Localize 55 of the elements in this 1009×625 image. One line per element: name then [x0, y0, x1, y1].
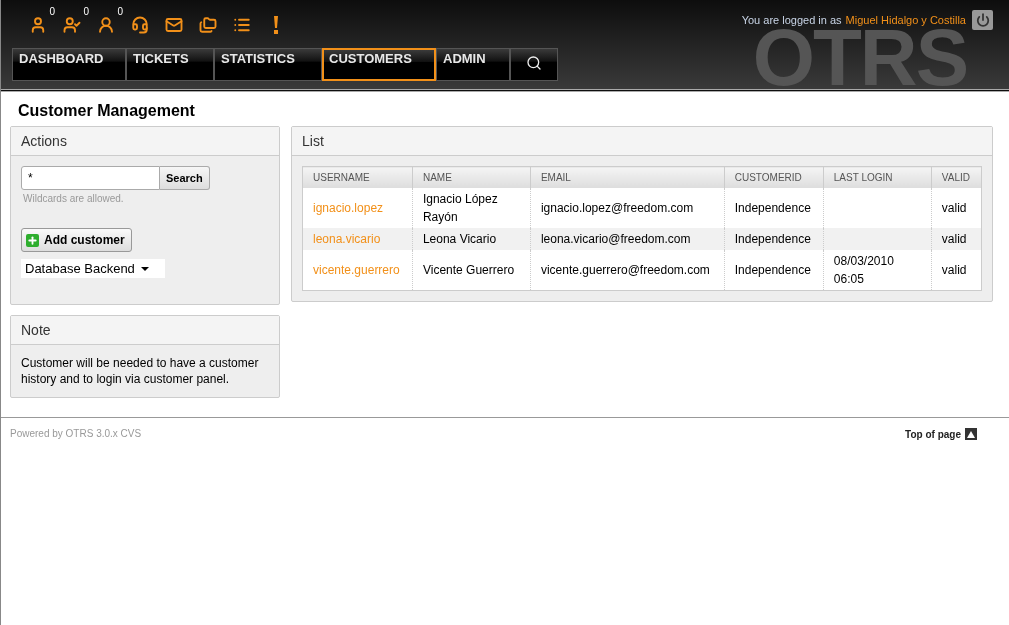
- column-header[interactable]: CUSTOMERID: [724, 166, 824, 188]
- toolbar-count: 0: [83, 6, 89, 17]
- headset-icon: [131, 16, 149, 34]
- mail-icon: [165, 16, 183, 34]
- user-check-icon: [63, 16, 81, 34]
- add-customer-button[interactable]: Add customer: [21, 228, 132, 252]
- table-cell: leona.vicario@freedom.com: [530, 228, 725, 250]
- nav-tab[interactable]: DASHBOARD: [12, 48, 126, 81]
- search-tab[interactable]: [510, 48, 558, 81]
- user-name-link[interactable]: Miguel Hidalgo y Costilla: [845, 14, 966, 26]
- toolbar-count: 0: [117, 6, 123, 17]
- user-icon: [97, 16, 115, 34]
- table-cell: ignacio.lopez@freedom.com: [530, 188, 725, 228]
- table-cell: 08/03/2010 06:05: [823, 250, 932, 291]
- column-header[interactable]: USERNAME: [302, 166, 413, 188]
- table-cell: valid: [931, 188, 982, 228]
- table-cell: Leona Vicario: [412, 228, 531, 250]
- column-header[interactable]: EMAIL: [530, 166, 725, 188]
- panel-title: Actions: [11, 127, 279, 156]
- table-cell: valid: [931, 250, 982, 291]
- nav-tab[interactable]: STATISTICS: [214, 48, 322, 81]
- nav-tab[interactable]: TICKETS: [126, 48, 214, 81]
- table-cell: Independence: [724, 188, 824, 228]
- otrs-logo: OTRS: [752, 28, 967, 88]
- exclamation-icon: [273, 16, 279, 34]
- up-arrow-icon: [965, 428, 977, 440]
- note-text: Customer will be needed to have a customer history and to login via customer panel.: [21, 355, 260, 387]
- table-cell: vicente.guerrero@freedom.com: [530, 250, 725, 291]
- backend-select[interactable]: Database Backend: [21, 259, 165, 278]
- column-header[interactable]: LAST LOGIN: [823, 166, 932, 188]
- search-field[interactable]: *: [21, 166, 160, 190]
- caret-icon: [140, 266, 149, 271]
- toolbar-count: 0: [49, 6, 55, 17]
- column-header[interactable]: NAME: [412, 166, 531, 188]
- column-header[interactable]: VALID: [931, 166, 982, 188]
- login-text: You are logged in as: [741, 14, 842, 26]
- plus-icon: [26, 233, 39, 247]
- logout-button[interactable]: [972, 10, 993, 30]
- powered-by-text: Powered by OTRS 3.0.x CVS: [10, 428, 142, 440]
- nav-tab[interactable]: ADMIN: [436, 48, 510, 81]
- nav-tab[interactable]: CUSTOMERS: [322, 48, 436, 81]
- panel-title: Note: [11, 316, 279, 345]
- panel-title: List: [292, 127, 992, 156]
- table-cell: valid: [931, 228, 982, 250]
- list-icon: [233, 16, 251, 34]
- table-cell: Independence: [724, 228, 824, 250]
- search-button[interactable]: Search: [160, 166, 210, 190]
- hint-text: Wildcards are allowed.: [23, 193, 125, 204]
- folders-icon: [199, 16, 217, 34]
- search-icon: [526, 55, 542, 71]
- table-cell: Ignacio López Rayón: [412, 188, 531, 228]
- top-of-page-link[interactable]: Top of page: [905, 428, 977, 440]
- table-cell: Independence: [724, 250, 824, 291]
- table-cell: Vicente Guerrero: [412, 250, 531, 291]
- page-title: Customer Management: [18, 102, 196, 120]
